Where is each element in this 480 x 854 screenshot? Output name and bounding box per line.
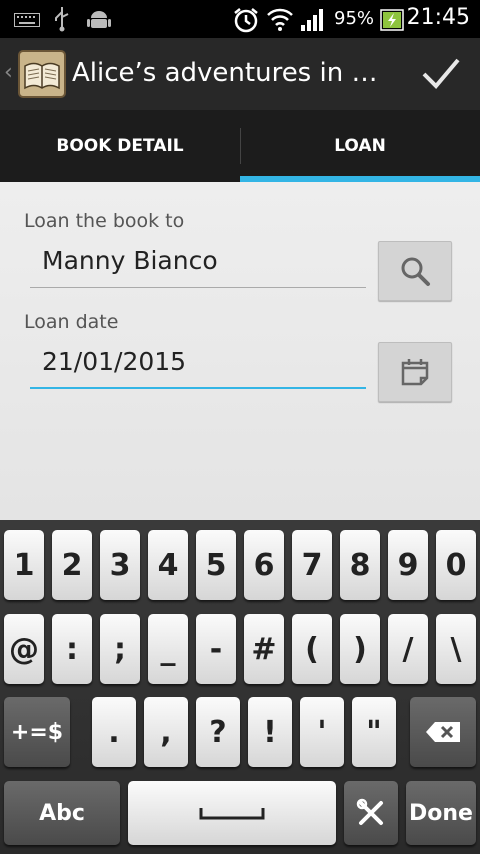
loan-date-field[interactable]: 21/01/2015 — [30, 347, 366, 391]
wifi-icon — [267, 8, 293, 31]
key-hyphen[interactable]: - — [196, 614, 236, 684]
loan-date-field-underline — [30, 387, 366, 389]
key-underscore[interactable]: _ — [148, 614, 188, 684]
android-debug-icon — [87, 11, 111, 28]
key-apostrophe[interactable]: ' — [300, 697, 344, 767]
calendar-button[interactable] — [378, 342, 452, 402]
key-abc[interactable]: Abc — [4, 781, 120, 845]
page-title: Alice’s adventures in W… — [72, 58, 382, 88]
key-close-paren[interactable]: ) — [340, 614, 380, 684]
usb-icon — [55, 7, 69, 32]
loan-form: Loan the book to Manny Bianco Loan date … — [0, 182, 480, 520]
key-question[interactable]: ? — [196, 697, 240, 767]
key-9[interactable]: 9 — [388, 530, 428, 600]
key-3[interactable]: 3 — [100, 530, 140, 600]
calendar-icon — [401, 359, 429, 386]
alarm-icon — [234, 8, 258, 33]
tools-icon — [356, 798, 383, 825]
signal-icon — [301, 9, 323, 31]
battery-charging-icon — [380, 9, 404, 31]
tab-bar: BOOK DETAIL LOAN — [0, 110, 480, 182]
key-8[interactable]: 8 — [340, 530, 380, 600]
key-6[interactable]: 6 — [244, 530, 284, 600]
key-4[interactable]: 4 — [148, 530, 188, 600]
key-1[interactable]: 1 — [4, 530, 44, 600]
key-0[interactable]: 0 — [436, 530, 476, 600]
key-colon[interactable]: : — [52, 614, 92, 684]
space-bar-icon — [199, 808, 265, 820]
book-icon[interactable] — [18, 50, 66, 98]
borrower-field[interactable]: Manny Bianco — [30, 246, 366, 290]
tab-book-detail[interactable]: BOOK DETAIL — [0, 110, 240, 182]
keyboard-icon — [14, 13, 40, 27]
clock: 21:45 — [406, 5, 470, 30]
tab-loan[interactable]: LOAN — [240, 110, 480, 182]
key-open-paren[interactable]: ( — [292, 614, 332, 684]
key-done[interactable]: Done — [406, 781, 476, 845]
key-backslash[interactable]: \ — [436, 614, 476, 684]
key-hash[interactable]: # — [244, 614, 284, 684]
key-period[interactable]: . — [92, 697, 136, 767]
borrower-label: Loan the book to — [24, 210, 185, 232]
key-exclamation[interactable]: ! — [248, 697, 292, 767]
backspace-icon — [426, 722, 460, 742]
key-backspace[interactable] — [410, 697, 476, 767]
key-5[interactable]: 5 — [196, 530, 236, 600]
check-icon[interactable] — [418, 50, 464, 96]
action-bar: ‹ Alice’s adventures in W… — [0, 38, 480, 110]
key-settings[interactable] — [344, 781, 398, 845]
key-slash[interactable]: / — [388, 614, 428, 684]
status-bar: 95% 21:45 — [0, 0, 480, 38]
battery-percent: 95% — [334, 8, 375, 29]
key-2[interactable]: 2 — [52, 530, 92, 600]
search-icon — [401, 257, 430, 286]
key-7[interactable]: 7 — [292, 530, 332, 600]
key-semicolon[interactable]: ; — [100, 614, 140, 684]
key-quote[interactable]: " — [352, 697, 396, 767]
up-caret-icon[interactable]: ‹ — [4, 60, 13, 85]
search-button[interactable] — [378, 241, 452, 301]
key-space[interactable] — [128, 781, 336, 845]
key-symbols[interactable]: +=$ — [4, 697, 70, 767]
key-at[interactable]: @ — [4, 614, 44, 684]
loan-date-label: Loan date — [24, 311, 119, 333]
borrower-field-underline — [30, 287, 366, 288]
key-comma[interactable]: , — [144, 697, 188, 767]
numeric-keyboard: 1 2 3 4 5 6 7 8 9 0 @ : ; _ - # ( ) / \ … — [0, 520, 480, 854]
